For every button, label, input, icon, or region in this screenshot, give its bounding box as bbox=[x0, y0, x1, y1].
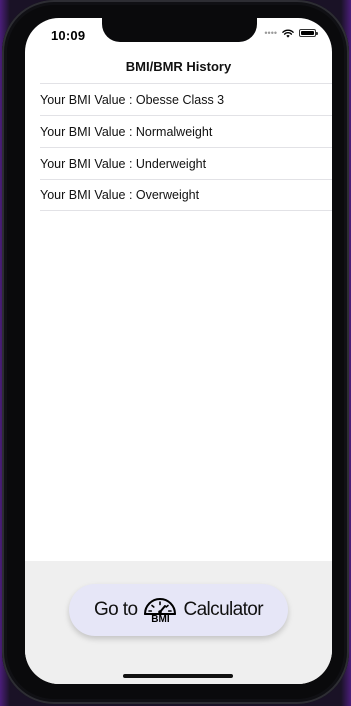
list-item[interactable]: Your BMI Value : Obesse Class 3 bbox=[40, 83, 332, 115]
battery-icon bbox=[299, 29, 318, 37]
go-to-calculator-button[interactable]: Go to BMI Calculator bbox=[69, 584, 288, 636]
list-item[interactable]: Your BMI Value : Underweight bbox=[40, 147, 332, 179]
wifi-icon bbox=[282, 29, 294, 38]
notch bbox=[102, 18, 257, 42]
list-item[interactable]: Your BMI Value : Normalweight bbox=[40, 115, 332, 147]
history-list: Your BMI Value : Obesse Class 3 Your BMI… bbox=[40, 83, 332, 211]
list-item[interactable]: Your BMI Value : Overweight bbox=[40, 179, 332, 211]
speedometer-icon: BMI bbox=[142, 596, 178, 625]
bmi-icon-label: BMI bbox=[151, 613, 170, 625]
home-indicator[interactable] bbox=[123, 674, 233, 678]
button-suffix-label: Calculator bbox=[183, 599, 264, 620]
footer-bar: Go to BMI Calculator bbox=[25, 561, 332, 684]
page-title: BMI/BMR History bbox=[125, 59, 232, 74]
cellular-signal-icon: •••• bbox=[264, 28, 277, 38]
app-screen: 10:09 •••• BMI/BMR History Your BMI Valu… bbox=[25, 18, 332, 684]
app-background: 10:09 •••• BMI/BMR History Your BMI Valu… bbox=[0, 0, 351, 706]
device-frame: 10:09 •••• BMI/BMR History Your BMI Valu… bbox=[2, 0, 349, 704]
status-icons: •••• bbox=[264, 28, 318, 38]
button-prefix-label: Go to bbox=[93, 599, 138, 620]
status-time: 10:09 bbox=[51, 28, 86, 43]
